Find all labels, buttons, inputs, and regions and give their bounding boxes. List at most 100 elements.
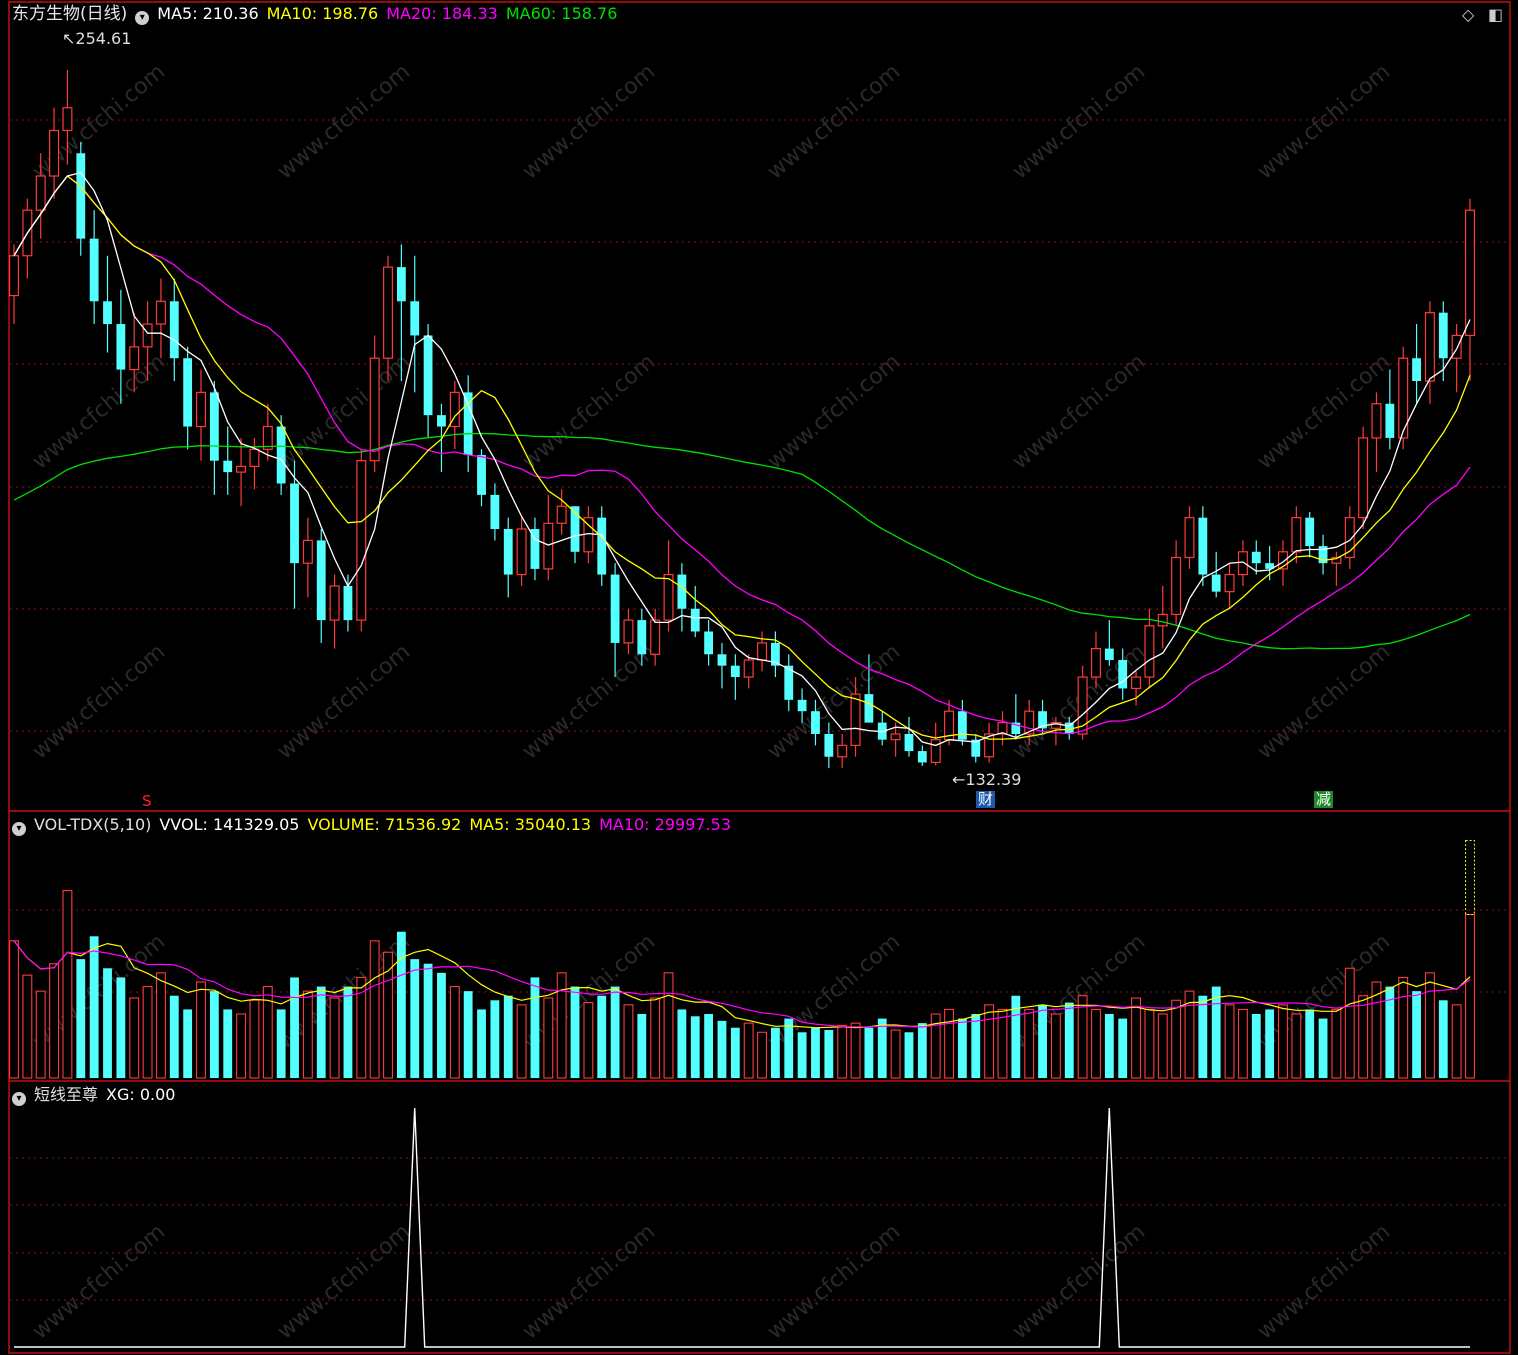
candle: [1265, 546, 1275, 581]
volume-bar: [1251, 1014, 1261, 1078]
candle: [103, 255, 112, 353]
candle-body: [316, 540, 326, 621]
candle-body: [155, 300, 166, 325]
volume-bar: [904, 1032, 914, 1078]
candle: [249, 437, 260, 490]
price-panel[interactable]: [8, 70, 1476, 769]
volume-bar: [1265, 1009, 1275, 1078]
dropdown-icon[interactable]: ▾: [135, 11, 150, 25]
candle-body: [717, 654, 727, 666]
candle-body: [623, 619, 634, 644]
indicator-name[interactable]: 短线至尊: [34, 1085, 98, 1104]
watermark-text: www.cfchi.com: [518, 349, 660, 474]
volume-bar: [9, 940, 19, 1079]
volume-bar: [1331, 1008, 1342, 1079]
volume-header: ▾ VOL-TDX(5,10) VVOL: 141329.05 VOLUME: 715…: [12, 815, 739, 836]
candle-body: [103, 301, 112, 325]
volume-bar: [811, 1027, 820, 1078]
volume-bar: [209, 991, 219, 1078]
dropdown-icon[interactable]: ▾: [12, 822, 26, 836]
candle-body: [290, 483, 299, 564]
volume-bar: [516, 1004, 527, 1079]
volume-bar: [129, 997, 140, 1079]
candle: [997, 711, 1008, 746]
candle: [196, 369, 207, 461]
candle: [1371, 392, 1382, 473]
volume-bar: [637, 1014, 647, 1078]
finance-badge[interactable]: 财: [976, 791, 996, 808]
candle: [169, 278, 179, 381]
ma20-line: [13, 175, 1471, 735]
volume-bar: [690, 1016, 700, 1078]
candle: [1385, 369, 1395, 450]
outer-frame: [8, 1, 1511, 1354]
volume-bar: [183, 1009, 193, 1078]
candle: [1077, 665, 1088, 740]
volume-bar: [623, 1004, 634, 1079]
candle-body: [1198, 517, 1208, 575]
candle-body: [1291, 517, 1302, 553]
candle: [76, 141, 86, 256]
volume-panel[interactable]: [9, 839, 1475, 1079]
indicator-panel[interactable]: [14, 1107, 1470, 1348]
candle: [155, 278, 166, 359]
watermark-text: www.cfchi.com: [518, 59, 660, 184]
reduce-holding-badge[interactable]: 减: [1314, 791, 1334, 808]
candle: [904, 716, 914, 757]
candle-body: [1424, 312, 1435, 382]
candle: [449, 380, 460, 450]
vol-indicator-name[interactable]: VOL-TDX(5,10): [34, 815, 151, 834]
volume-bar: [1412, 991, 1421, 1078]
volume-bar: [1144, 1008, 1155, 1079]
dropdown-icon[interactable]: ▾: [12, 1092, 26, 1106]
volume-bar: [1038, 1004, 1047, 1078]
candle: [302, 517, 313, 598]
candle: [1318, 534, 1328, 575]
candle-body: [1224, 573, 1235, 593]
vol-ma5-line: [13, 940, 1471, 1029]
candle-body: [543, 522, 554, 570]
watermark-text: www.cfchi.com: [28, 639, 170, 764]
stock-title[interactable]: 东方生物(日线): [12, 4, 127, 24]
volume-bar: [477, 1009, 486, 1078]
watermark-text: www.cfchi.com: [518, 639, 660, 764]
volume-bar: [570, 986, 580, 1078]
vol-ma10-label: MA10: 29997.53: [599, 815, 731, 834]
candle: [1224, 563, 1235, 609]
volume-bar: [957, 1018, 967, 1078]
vol-ma5-label: MA5: 35040.13: [469, 815, 592, 834]
volume-bar: [196, 981, 206, 1079]
volume-bar: [503, 995, 513, 1078]
candle-body: [62, 107, 73, 132]
volume-bar: [997, 1008, 1008, 1079]
grid-lines: [10, 119, 1510, 1301]
ma60-label: MA60: 158.76: [505, 4, 618, 23]
candle: [957, 699, 967, 746]
candle: [730, 654, 740, 700]
volume-bar: [76, 959, 86, 1078]
candle: [490, 483, 500, 541]
volume-bar: [743, 1022, 754, 1079]
candle: [917, 745, 927, 766]
diamond-icon[interactable]: ◇: [1462, 5, 1474, 24]
candle-body: [1157, 613, 1168, 627]
candle: [356, 449, 367, 632]
volume-bar: [1064, 1002, 1074, 1078]
candle: [1237, 540, 1248, 586]
candle: [690, 585, 700, 638]
watermark-text: www.cfchi.com: [1253, 59, 1395, 184]
candle: [329, 574, 340, 649]
signal-s-badge[interactable]: S: [140, 793, 154, 810]
panel-toggle-icon[interactable]: ◧: [1488, 5, 1503, 24]
volume-bar: [556, 972, 567, 1079]
candle-body: [637, 620, 647, 655]
candle-body: [1464, 209, 1476, 337]
candle: [597, 506, 607, 586]
candle: [1291, 506, 1302, 564]
volume-bar: [1465, 913, 1475, 1079]
candle-body: [183, 358, 193, 427]
watermark-text: www.cfchi.com: [763, 1219, 905, 1344]
watermark-text: www.cfchi.com: [1253, 639, 1395, 764]
candle-body: [610, 574, 620, 643]
candle: [543, 494, 554, 581]
